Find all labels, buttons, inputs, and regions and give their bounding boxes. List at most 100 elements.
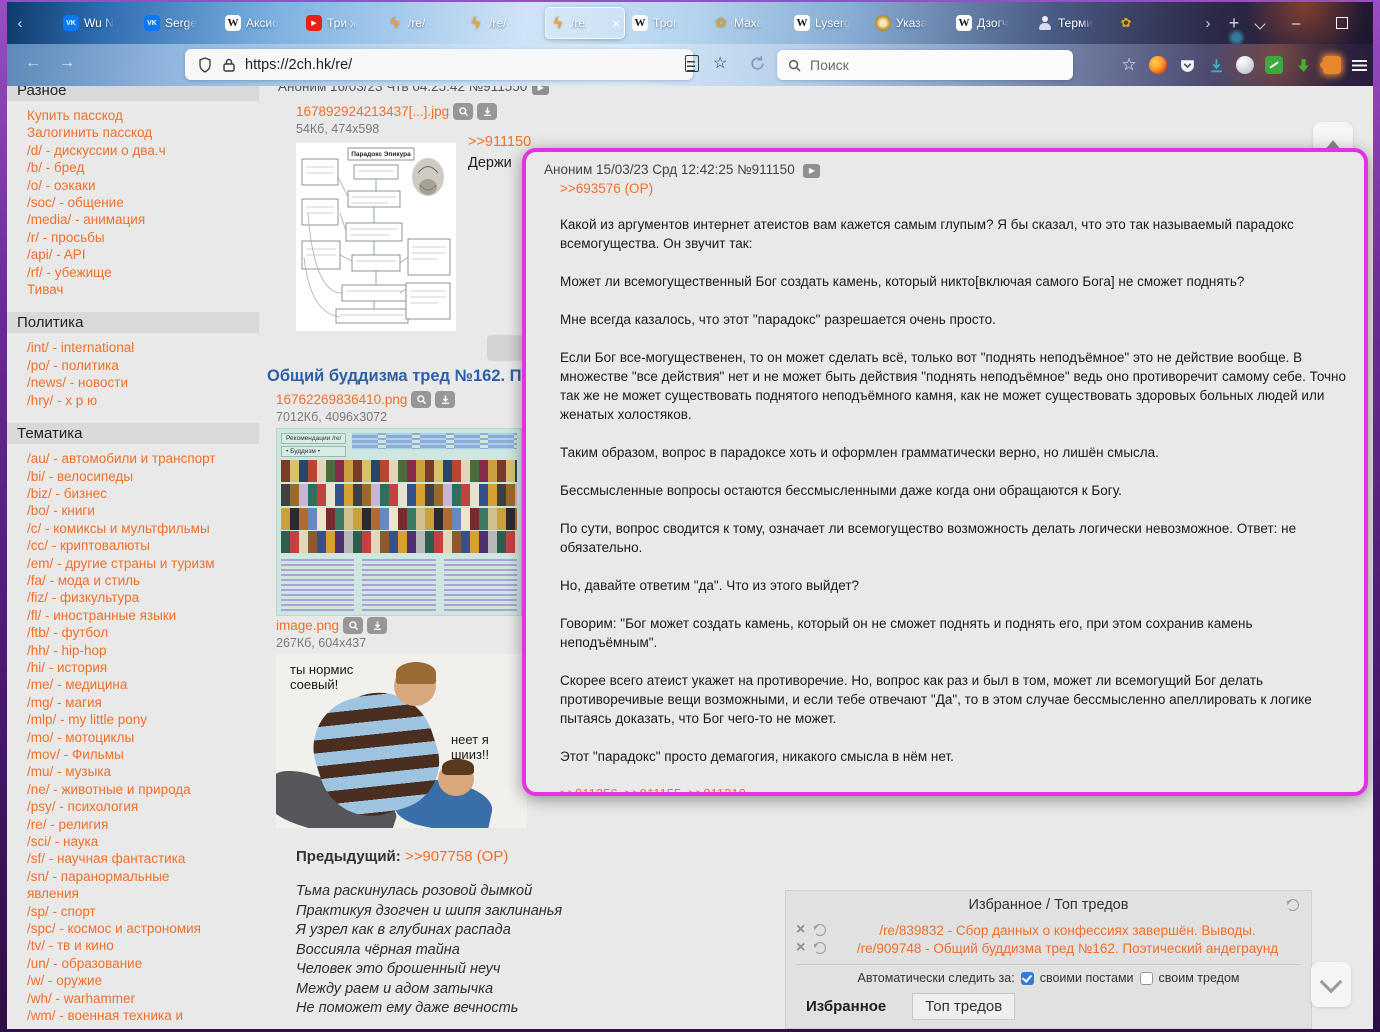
board-link[interactable]: /biz/ - бизнес xyxy=(7,485,222,502)
close-window-button[interactable]: × xyxy=(1365,2,1380,44)
tab-scroll-right-button[interactable]: › xyxy=(1195,15,1221,32)
board-link[interactable]: /psy/ - психология xyxy=(7,798,222,815)
board-link[interactable]: /wm/ - военная техника и оружие xyxy=(7,1007,222,1029)
board-link[interactable]: /sp/ - спорт xyxy=(7,903,222,920)
board-link[interactable]: Купить пасскод xyxy=(7,107,222,124)
file-search-icon[interactable] xyxy=(453,103,474,120)
pocket-icon[interactable] xyxy=(1178,56,1196,74)
board-link[interactable]: /media/ - анимация xyxy=(7,211,222,228)
tab-favorites[interactable]: Избранное xyxy=(794,994,898,1019)
reply-quote-link[interactable]: >>911150 xyxy=(468,134,531,150)
file-link[interactable]: 167892924213437[...].jpg xyxy=(296,104,449,119)
board-link[interactable]: /d/ - дискуссии о два.ч xyxy=(7,142,222,159)
board-link[interactable]: /hh/ - hip-hop xyxy=(7,642,222,659)
file-download-icon[interactable] xyxy=(477,103,498,120)
tab-top-threads[interactable]: Топ тредов xyxy=(912,993,1016,1020)
browser-tab[interactable]: Serge xyxy=(140,8,218,38)
board-link[interactable]: /api/ - API xyxy=(7,246,222,263)
back-button[interactable]: ← xyxy=(25,54,41,72)
board-link[interactable]: /re/ - религия xyxy=(7,816,222,833)
tab-scroll-left-button[interactable]: ‹ xyxy=(7,15,33,32)
board-link[interactable]: /mg/ - магия xyxy=(7,694,222,711)
meme-photo-thumbnail[interactable]: ты нормис соевый! неет я шииз!! xyxy=(276,654,527,828)
extension-sphere-icon[interactable] xyxy=(1236,56,1254,74)
board-link[interactable]: /sn/ - паранормальные явления xyxy=(7,868,222,903)
shield-icon[interactable] xyxy=(197,56,213,73)
board-link[interactable]: /un/ - образование xyxy=(7,955,222,972)
search-bar[interactable]: Поиск xyxy=(777,50,1073,80)
board-link[interactable]: /mov/ - Фильмы xyxy=(7,746,222,763)
board-link[interactable]: /cc/ - криптовалюты xyxy=(7,537,222,554)
close-tab-icon[interactable]: × xyxy=(612,16,620,31)
play-icon[interactable]: ▶ xyxy=(803,163,821,178)
post-image-thumbnail[interactable]: Парадокс Эпикура xyxy=(296,143,456,331)
board-link[interactable]: /wh/ - warhammer xyxy=(7,990,222,1007)
extensions-puzzle-icon[interactable] xyxy=(1320,56,1341,74)
refresh-favorite-icon[interactable] xyxy=(814,924,826,936)
refresh-button[interactable] xyxy=(749,55,766,77)
tab-list-button[interactable] xyxy=(1247,15,1273,32)
browser-tab[interactable]: Маха xyxy=(709,8,787,38)
board-link[interactable]: /bi/ - велосипеды xyxy=(7,468,222,485)
browser-tab[interactable]: Wu N xyxy=(59,8,137,38)
board-link[interactable]: Тивач xyxy=(7,281,222,298)
board-link[interactable]: /hi/ - история xyxy=(7,659,222,676)
browser-tab[interactable]: /re/ - xyxy=(383,8,461,38)
extension-green-icon[interactable] xyxy=(1265,56,1283,74)
board-link[interactable]: /w/ - оружие xyxy=(7,972,222,989)
board-link[interactable]: /po/ - политика xyxy=(7,357,222,374)
board-link[interactable]: /fa/ - мода и стиль xyxy=(7,572,222,589)
favorite-thread-link[interactable]: /re/839832 - Сбор данных о конфессиях за… xyxy=(834,923,1301,938)
board-link[interactable]: /hry/ - х р ю xyxy=(7,392,222,409)
board-link[interactable]: /au/ - автомобили и транспорт xyxy=(7,450,222,467)
url-text[interactable]: https://2ch.hk/re/ xyxy=(245,57,352,73)
file-search-icon[interactable] xyxy=(411,391,432,408)
refresh-favorite-icon[interactable] xyxy=(814,942,826,954)
favorite-thread-link[interactable]: /re/909748 - Общий буддизма тред №162. П… xyxy=(834,941,1301,956)
board-link[interactable]: /ftb/ - футбол xyxy=(7,624,222,641)
forward-button[interactable]: → xyxy=(59,54,75,72)
board-link[interactable]: /o/ - оэкаки xyxy=(7,177,222,194)
download-icon[interactable] xyxy=(1207,56,1225,74)
file-download-icon[interactable] xyxy=(367,617,388,634)
board-link[interactable]: /sci/ - наука xyxy=(7,833,222,850)
browser-tab[interactable]: Три ж xyxy=(302,8,380,38)
buddhism-chart-thumbnail[interactable]: Рекомендации /re/ • Буддизм • xyxy=(276,428,522,616)
own-thread-checkbox[interactable] xyxy=(1139,971,1153,985)
board-link[interactable]: /mu/ - музыка xyxy=(7,763,222,780)
bookmark-star-icon[interactable]: ☆ xyxy=(713,56,727,72)
board-link[interactable]: /news/ - новости xyxy=(7,374,222,391)
board-link[interactable]: /sf/ - научная фантастика xyxy=(7,850,222,867)
board-link[interactable]: /c/ - комиксы и мультфильмы xyxy=(7,520,222,537)
board-link[interactable]: /spc/ - космос и астрономия xyxy=(7,920,222,937)
reply-link[interactable]: >>911210 xyxy=(688,786,746,793)
file-search-icon[interactable] xyxy=(343,617,364,634)
browser-tab[interactable]: Аксио xyxy=(221,8,299,38)
file-link[interactable]: image.png xyxy=(276,618,339,633)
board-link[interactable]: /soc/ - общение xyxy=(7,194,222,211)
browser-tab[interactable]: Указа xyxy=(871,8,949,38)
browser-tab[interactable]: /re/ - xyxy=(464,8,542,38)
file-download-icon[interactable] xyxy=(435,391,456,408)
refresh-all-icon[interactable] xyxy=(1287,899,1299,911)
board-link[interactable]: /ne/ - животные и природа xyxy=(7,781,222,798)
previous-thread-link[interactable]: >>907758 (ОР) xyxy=(405,848,508,865)
own-posts-checkbox[interactable] xyxy=(1020,971,1034,985)
reply-link[interactable]: >>911356 xyxy=(560,786,618,793)
reader-view-icon[interactable] xyxy=(685,55,699,72)
firefox-account-icon[interactable] xyxy=(1149,56,1167,74)
board-link[interactable]: Залогинить пасскод xyxy=(7,124,222,141)
new-tab-button[interactable]: + xyxy=(1221,13,1247,34)
scroll-to-bottom-button[interactable] xyxy=(1311,962,1351,1007)
reply-link[interactable]: >>911155 xyxy=(625,786,682,793)
board-link[interactable]: /mo/ - мотоциклы xyxy=(7,729,222,746)
browser-tab[interactable]: Троп xyxy=(628,8,706,38)
save-video-icon[interactable] xyxy=(1294,56,1312,74)
board-link[interactable]: /fiz/ - физкультура xyxy=(7,589,222,606)
board-link[interactable]: /me/ - медицина xyxy=(7,676,222,693)
browser-tab[interactable]: Дзогч xyxy=(952,8,1030,38)
board-link[interactable]: /r/ - просьбы xyxy=(7,229,222,246)
menu-icon[interactable] xyxy=(1352,59,1367,71)
board-link[interactable]: /bo/ - книги xyxy=(7,502,222,519)
op-reply-link[interactable]: >>693576 (ОР) xyxy=(560,181,653,196)
